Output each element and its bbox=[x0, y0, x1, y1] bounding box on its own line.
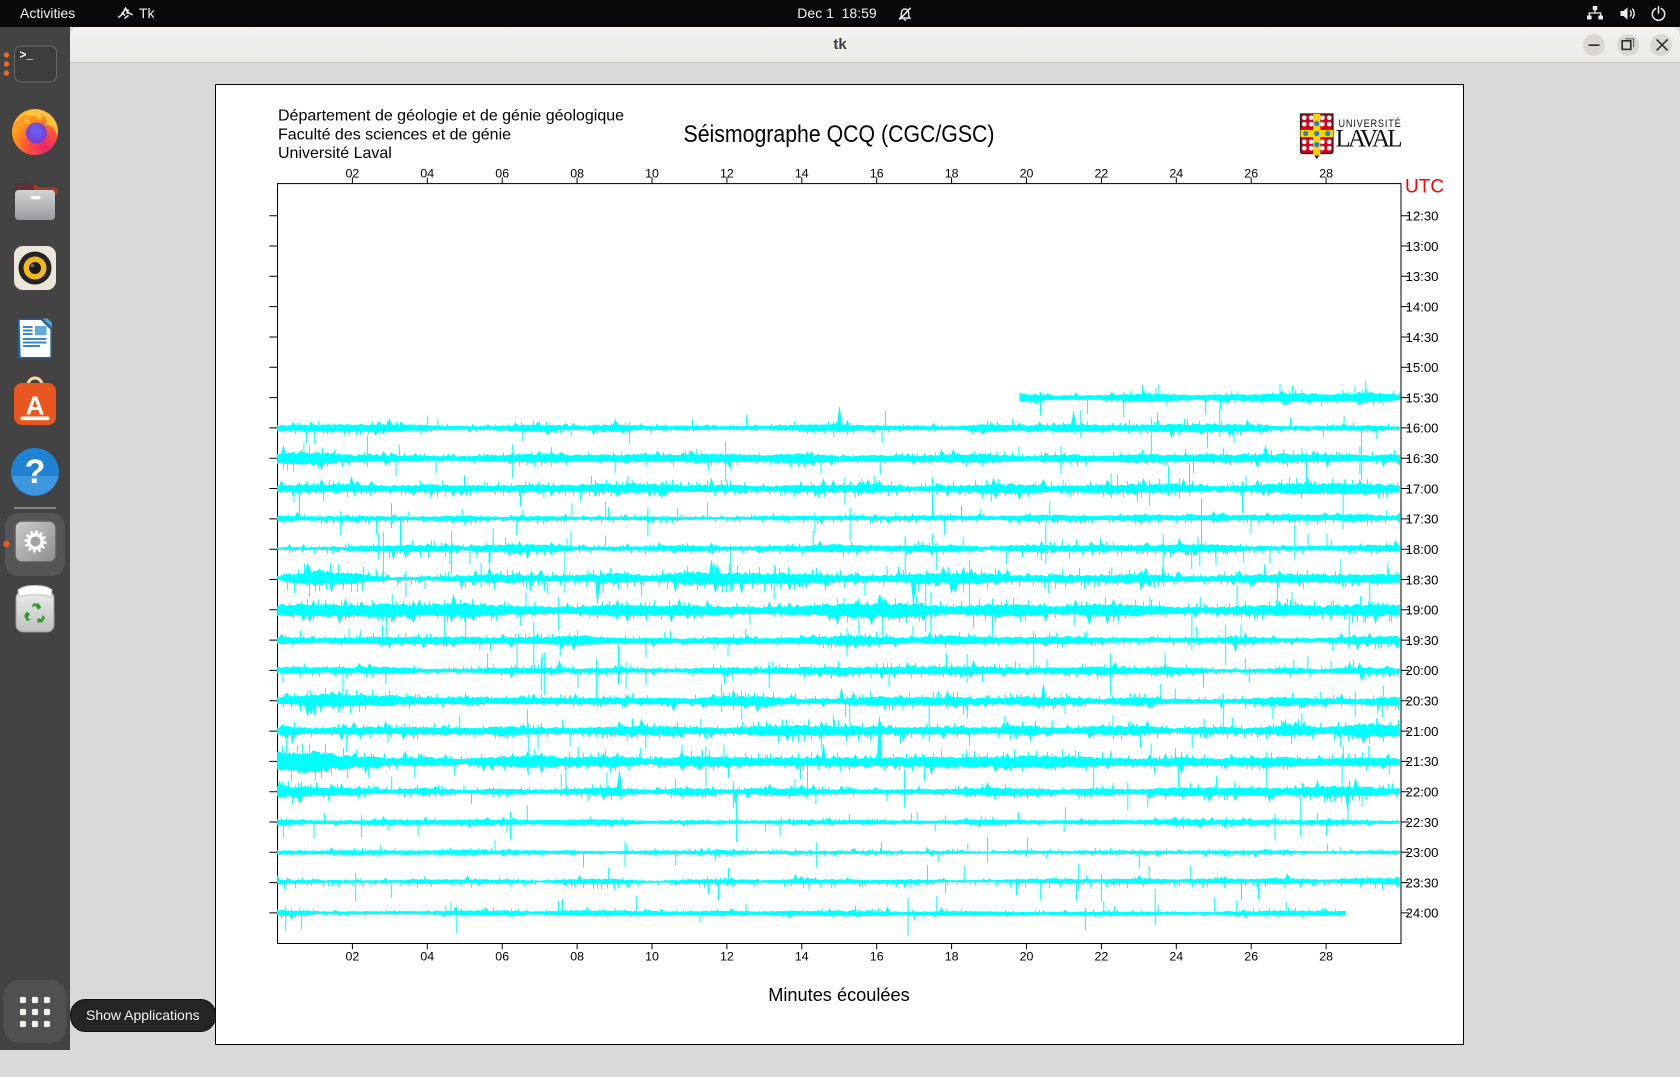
svg-text:04: 04 bbox=[420, 166, 434, 180]
svg-text:23:30: 23:30 bbox=[1406, 875, 1439, 890]
svg-text:06: 06 bbox=[495, 166, 509, 180]
svg-text:17:00: 17:00 bbox=[1406, 481, 1439, 496]
svg-text:19:30: 19:30 bbox=[1406, 633, 1439, 648]
svg-text:28: 28 bbox=[1319, 166, 1333, 180]
svg-text:20:00: 20:00 bbox=[1406, 663, 1439, 678]
svg-text:08: 08 bbox=[570, 950, 584, 964]
svg-text:Minutes écoulées: Minutes écoulées bbox=[768, 985, 910, 1005]
svg-text:24: 24 bbox=[1169, 950, 1183, 964]
svg-text:16: 16 bbox=[870, 166, 884, 180]
svg-text:13:00: 13:00 bbox=[1406, 239, 1439, 254]
svg-text:16:00: 16:00 bbox=[1406, 421, 1439, 436]
svg-text:08: 08 bbox=[570, 166, 584, 180]
svg-text:12:30: 12:30 bbox=[1406, 209, 1439, 224]
svg-text:26: 26 bbox=[1244, 166, 1258, 180]
svg-text:24:00: 24:00 bbox=[1406, 906, 1439, 921]
svg-text:10: 10 bbox=[645, 166, 659, 180]
svg-text:18:00: 18:00 bbox=[1406, 542, 1439, 557]
svg-text:18:30: 18:30 bbox=[1406, 572, 1439, 587]
svg-text:Séismographe QCQ (CGC/GSC): Séismographe QCQ (CGC/GSC) bbox=[684, 121, 995, 148]
svg-text:19:00: 19:00 bbox=[1406, 603, 1439, 618]
svg-text:21:00: 21:00 bbox=[1406, 724, 1439, 739]
svg-text:02: 02 bbox=[346, 950, 360, 964]
svg-text:20:30: 20:30 bbox=[1406, 694, 1439, 709]
svg-text:14:00: 14:00 bbox=[1406, 299, 1439, 314]
svg-text:16:30: 16:30 bbox=[1406, 451, 1439, 466]
svg-text:18: 18 bbox=[945, 950, 959, 964]
svg-text:20: 20 bbox=[1020, 166, 1034, 180]
svg-text:15:30: 15:30 bbox=[1406, 390, 1439, 405]
svg-text:23:00: 23:00 bbox=[1406, 845, 1439, 860]
svg-text:26: 26 bbox=[1244, 950, 1258, 964]
svg-text:17:30: 17:30 bbox=[1406, 512, 1439, 527]
svg-text:10: 10 bbox=[645, 950, 659, 964]
svg-text:20: 20 bbox=[1020, 950, 1034, 964]
svg-text:22: 22 bbox=[1095, 950, 1109, 964]
svg-text:Université Laval: Université Laval bbox=[278, 145, 392, 162]
svg-text:28: 28 bbox=[1319, 950, 1333, 964]
svg-text:14: 14 bbox=[795, 166, 809, 180]
svg-text:12: 12 bbox=[720, 166, 734, 180]
svg-text:?: ? bbox=[25, 453, 46, 491]
svg-text:22:30: 22:30 bbox=[1406, 815, 1439, 830]
svg-text:15:00: 15:00 bbox=[1406, 360, 1439, 375]
svg-text:24: 24 bbox=[1169, 166, 1183, 180]
svg-text:02: 02 bbox=[346, 166, 360, 180]
svg-text:Département de géologie et de: Département de géologie et de génie géol… bbox=[278, 108, 624, 125]
svg-text:04: 04 bbox=[420, 950, 434, 964]
svg-text:06: 06 bbox=[495, 950, 509, 964]
svg-text:>_: >_ bbox=[20, 50, 34, 63]
svg-text:UTC: UTC bbox=[1405, 177, 1444, 198]
svg-text:13:30: 13:30 bbox=[1406, 269, 1439, 284]
svg-text:14: 14 bbox=[795, 950, 809, 964]
svg-text:18: 18 bbox=[945, 166, 959, 180]
svg-text:12: 12 bbox=[720, 950, 734, 964]
svg-text:Faculté des sciences et de gén: Faculté des sciences et de génie bbox=[278, 126, 511, 143]
svg-text:16: 16 bbox=[870, 950, 884, 964]
svg-text:21:30: 21:30 bbox=[1406, 754, 1439, 769]
svg-text:22: 22 bbox=[1095, 166, 1109, 180]
svg-text:14:30: 14:30 bbox=[1406, 330, 1439, 345]
svg-text:A: A bbox=[26, 391, 45, 421]
svg-text:22:00: 22:00 bbox=[1406, 785, 1439, 800]
svg-text:LAVAL: LAVAL bbox=[1336, 126, 1403, 153]
